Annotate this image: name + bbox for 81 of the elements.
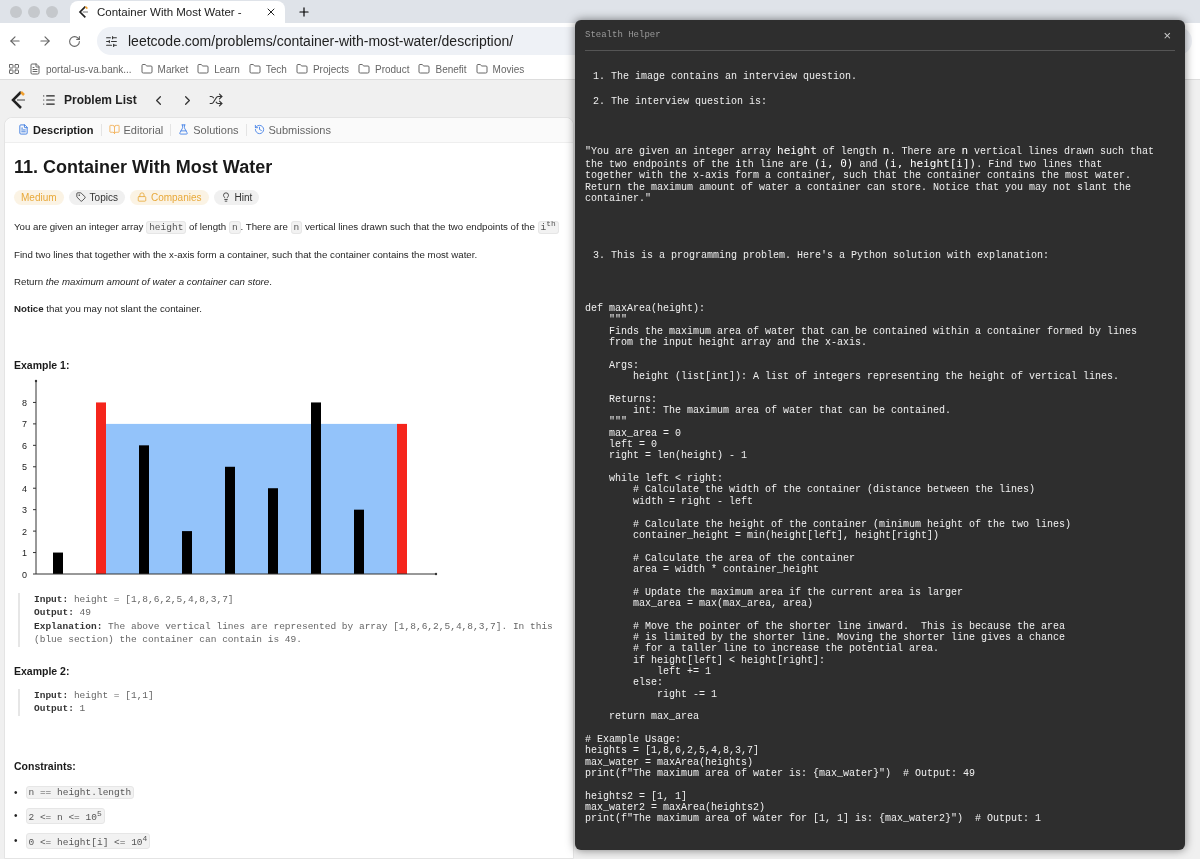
history-icon (253, 124, 265, 136)
bar (354, 509, 364, 574)
browser-tab[interactable]: Container With Most Water - (70, 1, 285, 24)
bookmark[interactable]: Movies (475, 63, 525, 76)
bookmark[interactable]: portal-us-va.bank... (29, 63, 132, 76)
tag-chip: Medium (14, 189, 64, 205)
bar (182, 530, 192, 574)
close-button[interactable]: × (1159, 27, 1175, 43)
overlay-title: Stealth Helper (585, 30, 661, 40)
example-line: Output: 1 (34, 702, 87, 716)
logo-icon (78, 5, 90, 20)
folder-icon (475, 63, 488, 76)
tick-label: 8 (22, 397, 27, 408)
lock-icon (136, 192, 147, 203)
site-settings-icon[interactable] (105, 34, 118, 48)
tick-label: 0 (22, 569, 27, 580)
tab-title: Container With Most Water - (97, 6, 243, 19)
tick-label: 2 (22, 526, 27, 537)
reload-icon[interactable] (68, 34, 81, 48)
lightbulb-icon (220, 192, 231, 203)
logo-icon[interactable] (10, 90, 28, 111)
tag-chip[interactable]: Topics (68, 189, 125, 205)
list-icon (42, 93, 56, 108)
example-line: Output: 49 (34, 606, 93, 620)
description-text: Return the maximum amount of water a container can store. (14, 274, 272, 289)
bookmark[interactable]: Benefit (418, 63, 467, 76)
code-text: def maxArea(height): """ Finds the maximum area of water that can be contained within a container formed by lines from the input height array and the x-axis. Args: height (list[int]): A list of integers representing the height of vertical lines. Returns: int: The maximum area of water that can be contained. """ max_area = 0 left = 0 right = len(height) - 1 while left < right: # Calculate the width of the container (distance between the lines) width = right - left # Calculate the height of the container (minimum height of the two lines) container_height = min(height[left], height[right]) # Calculate the area of the container area = width * container_height # Update the maximum area if the current area is larger max_area = max(max_area, area) # Move the pointer of the shorter line inward. This is because the area # is limited by the shorter line. Moving the shorter line gives a chance # for a taller line to increase the potential area. if height[left] < height[right]: left += 1 else: right -= 1 return max_area # Example Usage: heights = [1,8,6,2,5,4,8,3,7] max_water = maxArea(heights) print(f"The maximum area of water is: {max_water}") # Output: 49 heights2 = [1, 1] max_water2 = maxArea(heights2) print(f"The maximum area of water for [1, 1] is: {max_water2}") # Output: 1 (585, 302, 1139, 825)
description-text: Find two lines that together with the x-axis form a container, such that the container contains the most water. (14, 247, 478, 262)
apps-icon[interactable] (8, 63, 20, 76)
example-line: Input: height = [1,1] (34, 688, 155, 703)
panel-tab[interactable]: Editorial (101, 123, 172, 136)
tick-label: 4 (22, 483, 27, 494)
constraint-code: 0 <= height[i] <= 10$^{4}$ (25, 832, 151, 849)
question-quote: "You are given an integer array height of length n. There are n vertical lines drawn such that the two endpoints of the ith line are (i, 0) and (i, height[i]). Find two lines that together with the x-axis form a container, such that the container contains the most water. Return the maximum amount of water a container can store. Notice that you may not slant the container." (585, 145, 1155, 205)
shuffle-icon[interactable] (208, 93, 223, 108)
tag-chip[interactable]: Hint (213, 189, 260, 205)
flask-icon (178, 124, 190, 136)
folder-icon (358, 63, 370, 76)
example-line: (blue section) the container can contain is 49. (34, 633, 303, 647)
bullet: • (14, 786, 18, 798)
bookmark[interactable]: Projects (295, 63, 349, 76)
bullet: • (14, 835, 18, 847)
section-title: Constraints: (14, 759, 77, 772)
panel-tab[interactable]: Description (11, 123, 102, 136)
folder-icon (248, 63, 261, 76)
example-line: Explanation: The above vertical lines are represented by array [1,8,6,2,5,4,8,3,7]. In this (34, 619, 554, 634)
folder-icon (295, 63, 308, 76)
tick-label: 5 (22, 461, 27, 472)
bullet: • (14, 810, 18, 822)
problem-title: 11. Container With Most Water (14, 156, 274, 178)
bookmark[interactable]: Tech (248, 63, 287, 76)
bookmark[interactable]: Market (140, 63, 189, 76)
tick-label: 7 (22, 419, 27, 430)
panel-tab[interactable]: Solutions (171, 123, 247, 136)
example-line: Input: height = [1,8,6,2,5,4,8,3,7] (34, 592, 235, 607)
example-title: Example 2: (14, 664, 71, 677)
tick-label: 1 (22, 547, 27, 558)
page-icon (29, 63, 41, 76)
folder-icon (418, 63, 431, 76)
answer-item: 3. This is a programming problem. Here's a Python solution with explanation: (592, 249, 1051, 261)
bookmark[interactable]: Product (358, 63, 410, 76)
answer-item: 1. The image contains an interview question. (592, 71, 859, 82)
example-title: Example 1: (14, 358, 71, 371)
document-icon (18, 124, 29, 136)
constraint-code: 2 <= n <= 10$^{5}$ (25, 807, 105, 824)
constraint-code: n == height.length (25, 785, 135, 799)
bar (53, 552, 63, 574)
new-tab-icon[interactable] (297, 4, 311, 19)
bookmark[interactable]: Learn (197, 63, 240, 76)
tag-icon (75, 192, 86, 203)
description-text: Notice that you may not slant the container. (14, 301, 202, 316)
book-icon (108, 124, 120, 136)
panel-tab[interactable]: Submissions (246, 123, 338, 136)
tick-label: 6 (22, 440, 27, 451)
folder-icon (140, 63, 153, 76)
url-text: leetcode.com/problems/container-with-most-water/description/ (128, 33, 514, 50)
folder-icon (197, 63, 210, 76)
problem-list-link[interactable]: Problem List (42, 93, 137, 108)
answer-item: 2. The interview question is: (592, 96, 769, 107)
tick-label: 3 (22, 504, 27, 515)
description-text: You are given an integer array height of length n . There are n vertical lines drawn such that the two endpoints of the i$^{th}$ (14, 216, 559, 235)
